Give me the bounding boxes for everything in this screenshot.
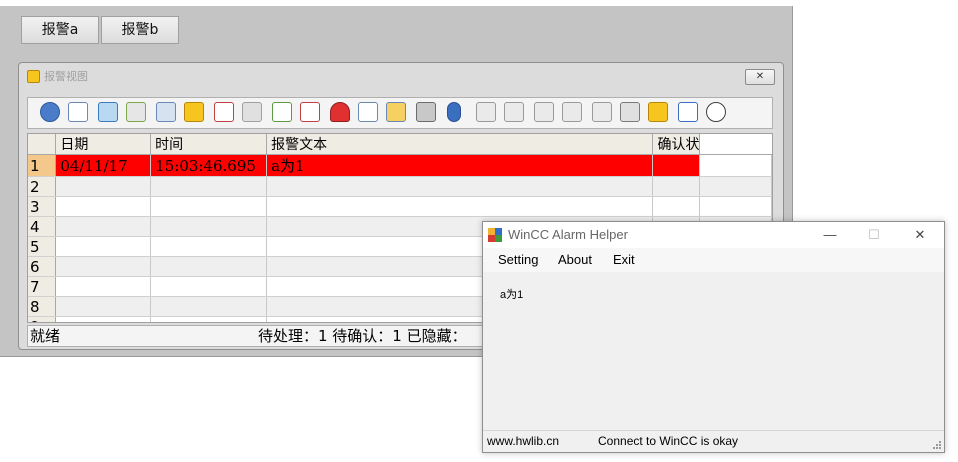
row-number: 1	[28, 154, 57, 177]
cell-time	[150, 236, 268, 257]
row-number: 4	[28, 216, 57, 237]
column-header-alarm-text[interactable]: 报警文本	[266, 134, 654, 155]
sort-az-icon[interactable]	[678, 102, 698, 122]
toolbar-selection-icon[interactable]	[68, 102, 88, 122]
lock-list-icon[interactable]	[184, 102, 204, 122]
cell-date	[55, 176, 152, 197]
table-row[interactable]: 3	[28, 196, 772, 217]
print-icon[interactable]	[416, 102, 436, 122]
cell-time: 15:03:46.695	[150, 154, 268, 177]
alarm-view-title: 报警视图	[44, 70, 88, 83]
column-header-empty	[699, 134, 772, 155]
alarm-toolbar	[27, 97, 773, 129]
cell-ack-status	[652, 196, 701, 217]
cell-time	[150, 296, 268, 317]
status-counts-text: 待处理：1 待确认：1 已隐藏：	[258, 327, 467, 345]
menu-setting[interactable]: Setting	[498, 252, 538, 267]
minimize-button[interactable]: —	[821, 226, 839, 244]
row-number: 5	[28, 236, 57, 257]
export-icon[interactable]	[358, 102, 378, 122]
cell-date	[55, 236, 152, 257]
cell-alarm-text	[266, 196, 654, 217]
cell-time	[150, 176, 268, 197]
first-icon[interactable]	[476, 102, 496, 122]
cell-ack-status	[652, 176, 701, 197]
table-row[interactable]: 2	[28, 176, 772, 197]
archive-list-icon[interactable]	[156, 102, 176, 122]
row-number: 6	[28, 256, 57, 277]
cell-empty	[699, 176, 772, 197]
alarm-helper-window: WinCC Alarm Helper — ☐ ✕ Setting About E…	[482, 221, 945, 453]
row-header-corner	[28, 134, 57, 155]
column-info-icon[interactable]	[592, 102, 612, 122]
checklist-red-icon[interactable]	[300, 102, 320, 122]
print-setup-icon[interactable]	[386, 102, 406, 122]
maximize-button[interactable]: ☐	[865, 226, 883, 244]
helper-statusbar: www.hwlib.cn Connect to WinCC is okay	[483, 430, 944, 452]
row-number: 8	[28, 296, 57, 317]
cell-empty	[699, 196, 772, 217]
alarm-message-text: a为1	[500, 289, 524, 301]
cell-time	[150, 256, 268, 277]
cell-date	[55, 216, 152, 237]
table-row[interactable]: 1 04/11/17 15:03:46.695 a为1	[28, 154, 772, 177]
previous-page-icon[interactable]	[504, 102, 524, 122]
lock-icon	[27, 69, 40, 83]
column-header-date[interactable]: 日期	[55, 134, 152, 155]
last-icon[interactable]	[562, 102, 582, 122]
cell-date: 04/11/17	[55, 154, 152, 177]
row-number: 7	[28, 276, 57, 297]
statistics-icon[interactable]	[214, 102, 234, 122]
alarm-view-close-button[interactable]: ✕	[745, 69, 775, 85]
cell-time	[150, 276, 268, 297]
acknowledge-group-icon[interactable]	[126, 102, 146, 122]
column-header-ack-status[interactable]: 确认状	[652, 134, 701, 155]
menu-about[interactable]: About	[558, 252, 592, 267]
emergency-ack-icon[interactable]	[242, 102, 262, 122]
resize-grip-icon[interactable]	[932, 440, 942, 450]
cell-date	[55, 276, 152, 297]
close-button[interactable]: ✕	[911, 226, 929, 244]
cell-time	[150, 316, 268, 322]
cell-alarm-text: a为1	[266, 154, 654, 177]
checklist-icon[interactable]	[272, 102, 292, 122]
loop-in-alarm-icon[interactable]	[620, 102, 640, 122]
status-ready-text: 就绪	[30, 327, 61, 345]
row-number: 3	[28, 196, 57, 217]
cell-alarm-text	[266, 176, 654, 197]
helper-title: WinCC Alarm Helper	[508, 227, 628, 242]
cell-date	[55, 196, 152, 217]
connection-status-text: Connect to WinCC is okay	[598, 434, 739, 448]
website-text: www.hwlib.cn	[487, 434, 560, 448]
row-number: 9	[28, 316, 57, 322]
cell-empty	[699, 154, 772, 177]
clock-icon[interactable]	[706, 102, 726, 122]
horn-icon[interactable]	[330, 102, 350, 122]
next-page-icon[interactable]	[534, 102, 554, 122]
cell-ack-status	[652, 154, 701, 177]
cell-time	[150, 196, 268, 217]
lock-icon[interactable]	[648, 102, 668, 122]
acknowledge-single-icon[interactable]	[98, 102, 118, 122]
sort-updown-icon[interactable]	[447, 102, 461, 122]
alarm-b-button[interactable]: 报警b	[101, 16, 179, 44]
alarm-a-button[interactable]: 报警a	[21, 16, 99, 44]
alarm-view-titlebar: 报警视图	[27, 67, 88, 85]
cell-time	[150, 216, 268, 237]
cell-date	[55, 316, 152, 322]
cell-date	[55, 296, 152, 317]
helper-titlebar[interactable]: WinCC Alarm Helper — ☐ ✕	[483, 222, 944, 248]
column-header-time[interactable]: 时间	[150, 134, 268, 155]
cell-date	[55, 256, 152, 277]
menu-exit[interactable]: Exit	[613, 252, 635, 267]
helper-menubar: Setting About Exit	[483, 248, 944, 272]
help-icon[interactable]	[40, 102, 60, 122]
row-number: 2	[28, 176, 57, 197]
app-icon	[488, 228, 502, 242]
